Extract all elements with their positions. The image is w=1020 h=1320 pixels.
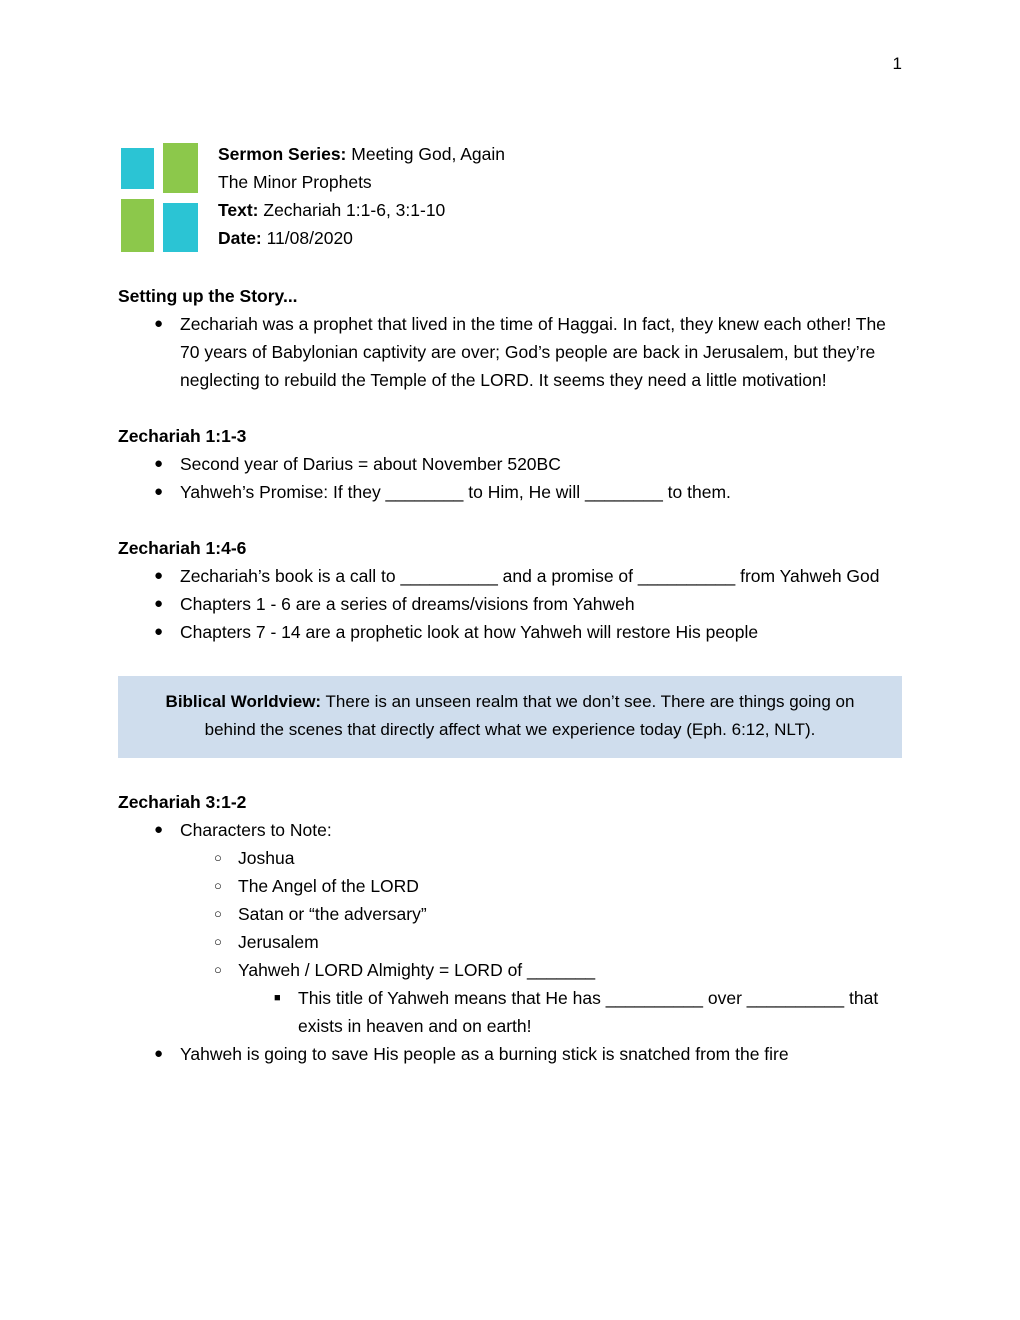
bullet-disc-icon: ● [154,483,164,500]
list-item-text: Yahweh’s Promise: If they ________ to Hi… [180,482,731,502]
list-item: ● Yahweh’s Promise: If they ________ to … [118,478,902,506]
bullet-circle-icon: ○ [214,906,222,921]
logo-square-bottom-left [121,199,154,252]
list-item-text: Yahweh / LORD Almighty = LORD of _______ [238,960,596,980]
bullet-disc-icon: ● [154,315,164,332]
list-item: ● Yahweh is going to save His people as … [118,1040,902,1068]
list-item: ● Characters to Note: ○ Joshua ○ The Ang… [118,816,902,1040]
list-item: ○ The Angel of the LORD [180,872,902,900]
page-number: 1 [892,54,902,73]
list-item-text: Yahweh is going to save His people as a … [180,1044,789,1064]
list-item-text: Chapters 7 - 14 are a prophetic look at … [180,622,759,642]
characters-list: ○ Joshua ○ The Angel of the LORD ○ Satan… [180,844,902,1040]
logo-square-top-left [121,148,154,189]
section-heading-zech-1-1-3: Zechariah 1:1-3 [118,426,247,446]
document-content: Sermon Series: Meeting God, Again The Mi… [118,140,902,1068]
list-item: ● Zechariah’s book is a call to ________… [118,562,902,590]
list-item: ● Second year of Darius = about November… [118,450,902,478]
callout-label: Biblical Worldview: [165,692,322,711]
list-item: ■ This title of Yahweh means that He has… [238,984,902,1040]
sermon-header: Sermon Series: Meeting God, Again The Mi… [118,140,902,252]
bullet-circle-icon: ○ [214,962,222,977]
section-list-setting-up: ● Zechariah was a prophet that lived in … [118,310,902,394]
sermon-series-line: Sermon Series: Meeting God, Again [218,140,902,168]
list-item-text: The Angel of the LORD [238,876,419,896]
list-item: ● Zechariah was a prophet that lived in … [118,310,902,394]
bullet-disc-icon: ● [154,1045,164,1062]
bullet-square-icon: ■ [274,992,281,1004]
sermon-text-value: Zechariah 1:1-6, 3:1-10 [258,200,446,220]
sermon-date-line: Date: 11/08/2020 [218,224,902,252]
sermon-date-value: 11/08/2020 [261,228,353,248]
document-page: 1 Sermon Series: Meeting God, Again The … [0,0,1020,1320]
list-item-text: Chapters 1 - 6 are a series of dreams/vi… [180,594,635,614]
logo-square-top-right [163,143,198,193]
sermon-text-label: Text: [218,200,259,220]
bullet-circle-icon: ○ [214,934,222,949]
bullet-disc-icon: ● [154,821,164,838]
list-item: ○ Yahweh / LORD Almighty = LORD of _____… [180,956,902,1040]
list-item: ● Chapters 7 - 14 are a prophetic look a… [118,618,902,646]
list-item-text: This title of Yahweh means that He has _… [298,988,879,1036]
section-heading-zech-3-1-2: Zechariah 3:1-2 [118,792,247,812]
list-item-text: Zechariah was a prophet that lived in th… [180,314,886,390]
sermon-subtitle: The Minor Prophets [218,172,372,192]
list-item-text: Zechariah’s book is a call to __________… [180,566,880,586]
bullet-disc-icon: ● [154,595,164,612]
section-list-zech-1-4-6: ● Zechariah’s book is a call to ________… [118,562,902,646]
list-item: ○ Satan or “the adversary” [180,900,902,928]
list-item: ○ Jerusalem [180,928,902,956]
sermon-text-line: Text: Zechariah 1:1-6, 3:1-10 [218,196,902,224]
list-item: ● Chapters 1 - 6 are a series of dreams/… [118,590,902,618]
section-list-zech-1-1-3: ● Second year of Darius = about November… [118,450,902,506]
bullet-disc-icon: ● [154,455,164,472]
title-meaning-list: ■ This title of Yahweh means that He has… [238,984,902,1040]
church-logo-icon [118,143,202,252]
list-item-text: Satan or “the adversary” [238,904,427,924]
logo-square-bottom-right [163,203,198,252]
section-heading-zech-1-4-6: Zechariah 1:4-6 [118,538,247,558]
sermon-series-label: Sermon Series: [218,144,347,164]
list-item-text: Joshua [238,848,295,868]
list-item-text: Jerusalem [238,932,319,952]
list-item: ○ Joshua [180,844,902,872]
section-heading-setting-up: Setting up the Story... [118,286,298,306]
bullet-circle-icon: ○ [214,850,222,865]
bullet-disc-icon: ● [154,567,164,584]
bullet-circle-icon: ○ [214,878,222,893]
sermon-series-value: Meeting God, Again [346,144,505,164]
list-item-text: Characters to Note: [180,820,332,840]
bullet-disc-icon: ● [154,623,164,640]
sermon-meta: Sermon Series: Meeting God, Again The Mi… [218,140,902,252]
biblical-worldview-callout: Biblical Worldview: There is an unseen r… [118,676,902,758]
section-list-zech-3-1-2: ● Characters to Note: ○ Joshua ○ The Ang… [118,816,902,1068]
list-item-text: Second year of Darius = about November 5… [180,454,561,474]
sermon-date-label: Date: [218,228,262,248]
